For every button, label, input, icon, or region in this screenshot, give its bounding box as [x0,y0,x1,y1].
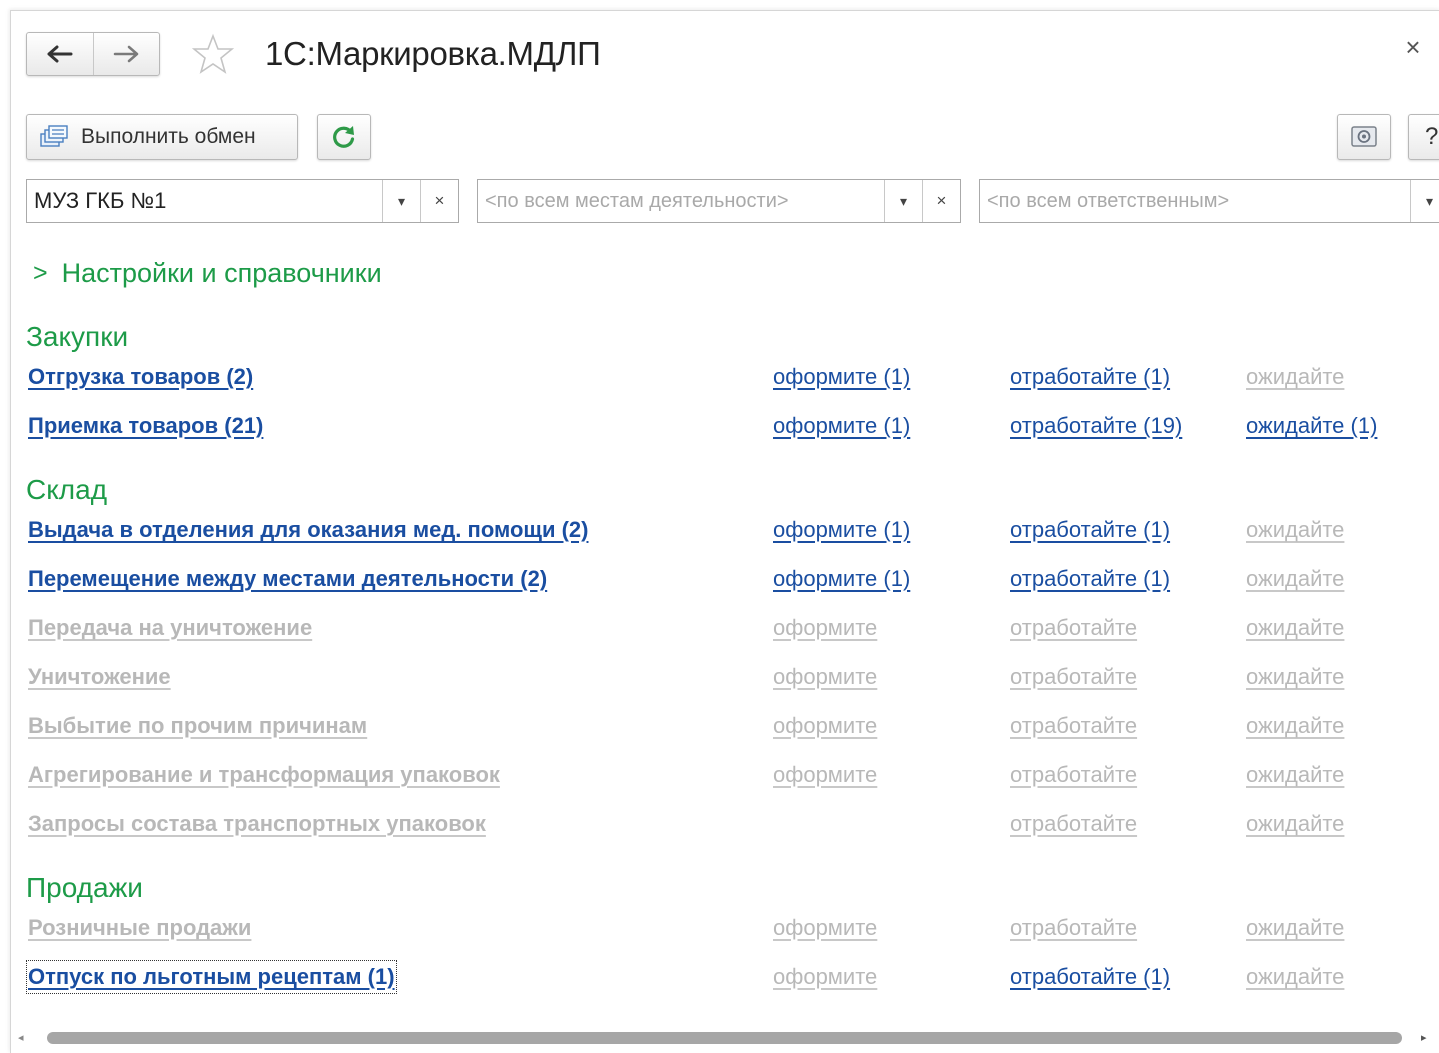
table-row: Перемещение между местами деятельности (… [0,564,1439,598]
process-link[interactable]: отработайте [1010,613,1137,643]
fill-in-link[interactable]: оформите [773,711,877,741]
chevron-down-icon: ▾ [397,192,406,209]
process-link[interactable]: отработайте [1010,809,1137,839]
responsible-dropdown-button[interactable]: ▾ [1410,180,1439,222]
scroll-right-icon[interactable]: ▸ [1421,1031,1427,1044]
document-type-link[interactable]: Уничтожение [28,662,171,692]
section-title-warehouse: Склад [26,474,108,505]
process-link[interactable]: отработайте (19) [1010,411,1182,441]
scrollbar-thumb[interactable] [47,1032,1402,1044]
screen-settings-icon [1351,126,1377,147]
fill-in-link[interactable]: оформите (1) [773,362,910,392]
place-of-activity-placeholder[interactable]: <по всем местам деятельности> [478,180,884,222]
document-type-link[interactable]: Выбытие по прочим причинам [28,711,367,741]
process-link[interactable]: отработайте (1) [1010,515,1170,545]
chevron-down-icon: ▾ [1425,192,1434,209]
clear-icon: × [434,191,445,210]
form-settings-button[interactable] [1337,114,1391,160]
table-row: Отгрузка товаров (2) оформите (1) отработа… [0,362,1439,396]
organization-field[interactable]: МУЗ ГКБ №1 ▾ × [26,179,459,223]
fill-in-link[interactable]: оформите [773,913,877,943]
clear-icon: × [936,191,947,210]
fill-in-link[interactable]: оформите (1) [773,411,910,441]
section-title-purchases: Закупки [26,321,129,352]
exchange-icon [40,125,68,147]
close-button[interactable]: × [1398,32,1428,62]
process-link[interactable]: отработайте [1010,711,1137,741]
forward-button[interactable] [92,33,160,75]
back-button[interactable] [27,33,93,75]
document-type-link[interactable]: Отгрузка товаров (2) [28,362,253,392]
wait-link[interactable]: ожидайте (1) [1246,411,1377,441]
organization-dropdown-button[interactable]: ▾ [382,180,420,222]
settings-and-references-toggle[interactable]: > Настройки и справочники [33,255,382,291]
document-type-link[interactable]: Запросы состава транспортных упаковок [28,809,486,839]
arrow-right-icon [114,45,139,63]
scroll-left-icon[interactable]: ◂ [18,1031,24,1044]
fill-in-link[interactable]: оформите [773,760,877,790]
help-button[interactable]: ? [1408,114,1439,160]
place-of-activity-field[interactable]: <по всем местам деятельности> ▾ × [477,179,961,223]
wait-link[interactable]: ожидайте [1246,760,1344,790]
wait-link[interactable]: ожидайте [1246,613,1344,643]
process-link[interactable]: отработайте (1) [1010,564,1170,594]
execute-exchange-button[interactable]: Выполнить обмен [26,114,298,160]
document-type-link[interactable]: Отпуск по льготным рецептам (1) [26,960,397,994]
arrow-left-icon [47,45,73,63]
wait-link[interactable]: ожидайте [1246,515,1344,545]
responsible-field[interactable]: <по всем ответственным> ▾ [979,179,1439,223]
table-row: Выбытие по прочим причинам оформите отрабо… [0,711,1439,745]
settings-and-references-label: Настройки и справочники [61,258,382,288]
wait-link[interactable]: ожидайте [1246,564,1344,594]
wait-link[interactable]: ожидайте [1246,809,1344,839]
process-link[interactable]: отработайте [1010,662,1137,692]
fill-in-link[interactable]: оформите [773,613,877,643]
table-row: Уничтожение оформите отработайте ожидайте [0,662,1439,696]
table-row: Передача на уничтожение оформите отработай… [0,613,1439,647]
page-title: 1С:Маркировка.МДЛП [265,35,601,72]
document-type-link[interactable]: Розничные продажи [28,913,251,943]
table-row: Приемка товаров (21) оформите (1) отработа… [0,411,1439,445]
table-row: Отпуск по льготным рецептам (1) оформите о… [0,960,1439,996]
process-link[interactable]: отработайте (1) [1010,362,1170,392]
document-type-link[interactable]: Агрегирование и трансформация упаковок [28,760,500,790]
organization-clear-button[interactable]: × [420,180,458,222]
chevron-right-icon: > [33,259,48,287]
document-type-link[interactable]: Выдача в отделения для оказания мед. пом… [28,515,588,545]
document-type-link[interactable]: Передача на уничтожение [28,613,312,643]
star-icon [192,33,234,74]
process-link[interactable]: отработайте (1) [1010,962,1170,992]
document-type-link[interactable]: Перемещение между местами деятельности (… [28,564,547,594]
organization-value[interactable]: МУЗ ГКБ №1 [27,180,382,222]
process-link[interactable]: отработайте [1010,760,1137,790]
wait-link[interactable]: ожидайте [1246,711,1344,741]
fill-in-link[interactable]: оформите [773,962,877,992]
wait-link[interactable]: ожидайте [1246,662,1344,692]
favorite-button[interactable] [191,32,235,76]
navigation-buttons [26,32,160,76]
wait-link[interactable]: ожидайте [1246,962,1344,992]
execute-exchange-label: Выполнить обмен [81,125,256,148]
table-row: Выдача в отделения для оказания мед. пом… [0,515,1439,549]
chevron-down-icon: ▾ [899,192,908,209]
wait-link[interactable]: ожидайте [1246,362,1344,392]
horizontal-scrollbar[interactable]: ◂ ▸ [14,1026,1439,1048]
table-row: Запросы состава транспортных упаковок отр… [0,809,1439,843]
fill-in-link[interactable]: оформите (1) [773,564,910,594]
table-row: Агрегирование и трансформация упаковок оф… [0,760,1439,794]
place-clear-button[interactable]: × [922,180,960,222]
refresh-icon [333,126,355,148]
responsible-placeholder[interactable]: <по всем ответственным> [980,180,1410,222]
refresh-button[interactable] [317,114,371,160]
table-row: Розничные продажи оформите отработайте ожид… [0,913,1439,947]
document-type-link[interactable]: Приемка товаров (21) [28,411,263,441]
process-link[interactable]: отработайте [1010,913,1137,943]
fill-in-link[interactable]: оформите (1) [773,515,910,545]
section-title-sales: Продажи [26,872,143,903]
place-dropdown-button[interactable]: ▾ [884,180,922,222]
fill-in-link[interactable]: оформите [773,662,877,692]
wait-link[interactable]: ожидайте [1246,913,1344,943]
